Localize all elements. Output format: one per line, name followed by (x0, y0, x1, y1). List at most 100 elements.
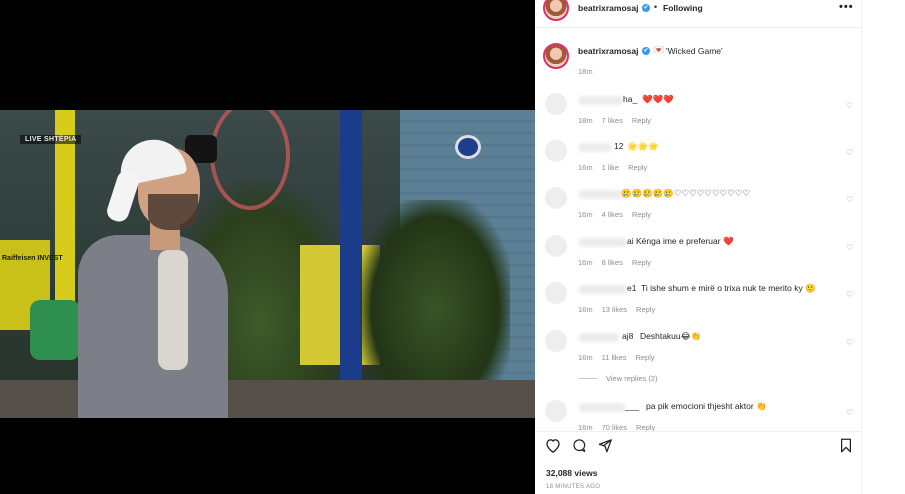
post-side-panel: beatrixramosaj ✔ • Following ••• beatrix… (535, 0, 905, 494)
bookmark-svg (841, 438, 851, 453)
post-actions-bar (535, 438, 862, 458)
comment-time[interactable]: 16m (578, 163, 593, 172)
commenter-avatar[interactable] (545, 93, 567, 115)
view-replies-link[interactable]: View replies (2) (579, 374, 658, 383)
comment-meta: 16m 8 likes Reply (578, 258, 651, 267)
profile-avatar[interactable] (543, 0, 569, 21)
commenter-username-suffix[interactable]: 12 (614, 141, 623, 151)
commenter-avatar[interactable] (545, 330, 567, 352)
caption-avatar[interactable] (543, 43, 569, 69)
like-heart-icon[interactable] (545, 438, 561, 457)
comment-time[interactable]: 16m (578, 353, 593, 362)
comment-meta: 16m 70 likes Reply (578, 423, 655, 431)
reply-button[interactable]: Reply (628, 163, 647, 172)
comment-likes[interactable]: 8 likes (602, 258, 623, 267)
reply-button[interactable]: Reply (632, 210, 651, 219)
commenter-username-suffix[interactable]: ___ (625, 401, 639, 411)
comment-text: pa pik emocioni thjesht aktor 👏 (646, 401, 767, 411)
comment-time[interactable]: 16m (578, 210, 593, 219)
commenter-username-redacted[interactable] (579, 403, 625, 412)
comment-text: 🥲🥲🥲🥲🥲♡♡♡♡♡♡♡♡♡♡ (621, 188, 751, 198)
comment-item: e1 Ti ishe shum e mirë o trixa nuk te me… (535, 282, 862, 330)
person-beard (148, 194, 198, 230)
comment-time[interactable]: 16m (578, 305, 593, 314)
commenter-username-redacted[interactable] (579, 238, 627, 247)
like-heart-svg (546, 439, 560, 453)
comment-like-heart-icon[interactable]: ♡ (846, 338, 853, 347)
comment-bubble-svg (573, 439, 586, 453)
caption-text: 'Wicked Game' (666, 46, 723, 56)
reply-button[interactable]: Reply (636, 423, 655, 431)
comment-like-heart-icon[interactable]: ♡ (846, 243, 853, 252)
commenter-avatar[interactable] (545, 187, 567, 209)
comment-like-heart-icon[interactable]: ♡ (846, 101, 853, 110)
commenter-username-suffix[interactable]: e1 (627, 283, 636, 293)
comment-item: ai Kënga ime e preferuar ❤️ 16m 8 likes … (535, 235, 862, 283)
following-button[interactable]: Following (663, 3, 703, 13)
comment-time[interactable]: 16m (578, 258, 593, 267)
comment-likes[interactable]: 7 likes (602, 116, 623, 125)
person-jacket (78, 235, 228, 418)
commenter-username-suffix[interactable]: ha_ (623, 94, 637, 104)
comment-likes[interactable]: 11 likes (602, 353, 627, 362)
commenter-username-suffix[interactable]: ai (627, 236, 634, 246)
comment-meta: 16m 4 likes Reply (578, 210, 651, 219)
comment-likes[interactable]: 70 likes (602, 423, 627, 431)
commenter-avatar[interactable] (545, 282, 567, 304)
comment-likes[interactable]: 4 likes (602, 210, 623, 219)
comment-item: aj8 Deshtakuu😂👏 16m 11 likes Reply ♡ (535, 330, 862, 378)
comment-text: Deshtakuu😂👏 (640, 331, 702, 341)
comment-meta: 18m 7 likes Reply (578, 116, 651, 125)
post-details: beatrixramosaj ✔ • Following ••• beatrix… (535, 0, 862, 494)
header-divider (535, 27, 862, 28)
comment-text: Kënga ime e preferuar ❤️ (636, 236, 734, 246)
media-panel: LIVE SHTËPIA Raiffeisen INVEST (0, 0, 535, 494)
posted-time[interactable]: 18 MINUTES AGO (546, 484, 600, 490)
comment-like-heart-icon[interactable]: ♡ (846, 148, 853, 157)
reply-button[interactable]: Reply (632, 258, 651, 267)
comment-time[interactable]: 16m (578, 423, 593, 431)
comment-meta: 16m 13 likes Reply (578, 305, 655, 314)
commenter-username-redacted[interactable] (579, 96, 623, 105)
commenter-avatar[interactable] (545, 140, 567, 162)
caption-verified-badge-icon: ✔ (642, 47, 650, 55)
header-separator: • (654, 2, 658, 12)
envelope-emoji-icon: 💌 (653, 45, 665, 55)
header-username[interactable]: beatrixramosaj (578, 3, 638, 13)
commenter-avatar[interactable] (545, 235, 567, 257)
bookmark-icon[interactable] (839, 438, 853, 457)
comment-item: ___ pa pik emocioni thjesht aktor 👏 16m … (535, 400, 862, 431)
commenter-username-redacted[interactable] (579, 285, 627, 294)
view-replies-line (579, 378, 597, 379)
verified-badge-icon: ✔ (642, 4, 650, 12)
comment-meta: 16m 1 like Reply (578, 163, 647, 172)
comment-like-heart-icon[interactable]: ♡ (846, 290, 853, 299)
paper-plane-icon[interactable] (597, 438, 613, 457)
comment-like-heart-icon[interactable]: ♡ (846, 195, 853, 204)
comment-item: 🥲🥲🥲🥲🥲♡♡♡♡♡♡♡♡♡♡ 16m 4 likes Reply ♡ (535, 187, 862, 235)
caption-timestamp[interactable]: 18m (578, 67, 593, 76)
commenter-avatar[interactable] (545, 400, 567, 422)
comment-likes[interactable]: 1 like (602, 163, 620, 172)
view-replies-label[interactable]: View replies (2) (606, 374, 658, 383)
reply-button[interactable]: Reply (635, 353, 654, 362)
actions-divider (535, 431, 862, 432)
comment-time[interactable]: 18m (578, 116, 593, 125)
caption-username[interactable]: beatrixramosaj (578, 46, 638, 56)
comment-likes[interactable]: 13 likes (602, 305, 627, 314)
video-player[interactable]: LIVE SHTËPIA Raiffeisen INVEST (0, 110, 535, 418)
more-options-icon[interactable]: ••• (839, 1, 854, 13)
commenter-username-suffix[interactable]: aj8 (622, 331, 633, 341)
reply-button[interactable]: Reply (636, 305, 655, 314)
reply-button[interactable]: Reply (632, 116, 651, 125)
views-count[interactable]: 32,088 views (546, 468, 598, 478)
commenter-username-redacted[interactable] (579, 143, 611, 152)
comment-bubble-icon[interactable] (571, 438, 587, 457)
video-person (0, 110, 535, 418)
instagram-post-view: LIVE SHTËPIA Raiffeisen INVEST beatrixra… (0, 0, 905, 494)
comment-like-heart-icon[interactable]: ♡ (846, 408, 853, 417)
comment-text: Ti ishe shum e mirë o trixa nuk te merit… (641, 283, 816, 293)
commenter-username-redacted[interactable] (579, 333, 619, 342)
comment-text: ❤️❤️❤️ (642, 94, 674, 104)
comment-meta: 16m 11 likes Reply (578, 353, 655, 362)
